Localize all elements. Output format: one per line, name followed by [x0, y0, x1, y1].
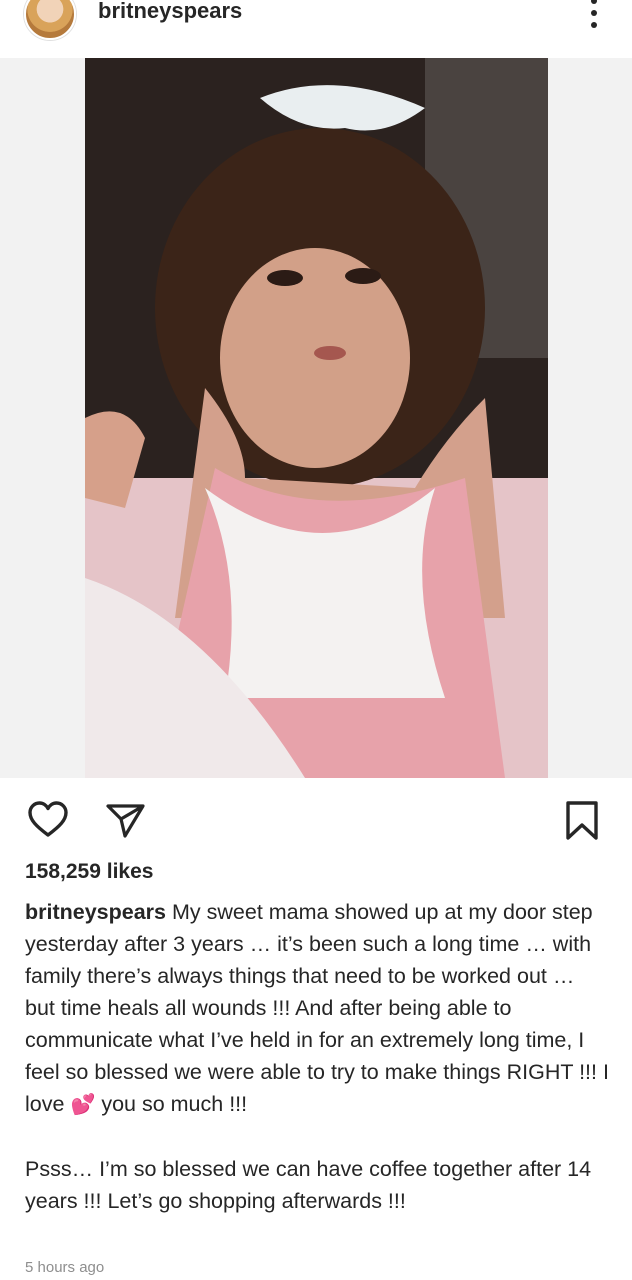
post-photo[interactable]: [85, 58, 548, 778]
send-icon[interactable]: [103, 798, 147, 842]
bookmark-icon[interactable]: [560, 798, 604, 842]
post-username[interactable]: britneyspears: [98, 0, 242, 24]
post-caption: britneyspears My sweet mama showed up at…: [25, 896, 610, 1217]
two-hearts-emoji: 💕: [70, 1094, 96, 1116]
caption-text-1: My sweet mama showed up at my door step …: [25, 900, 609, 1116]
caption-paragraph-1: britneyspears My sweet mama showed up at…: [25, 896, 610, 1121]
more-options-icon[interactable]: [582, 0, 606, 32]
avatar[interactable]: [24, 0, 76, 40]
post-header: britneyspears: [0, 0, 632, 58]
photo-illustration: [85, 58, 548, 778]
caption-text-1-end: you so much !!!: [101, 1092, 248, 1116]
likes-count[interactable]: 158,259 likes: [25, 860, 153, 884]
caption-paragraph-2: Psss… I’m so blessed we can have coffee …: [25, 1157, 592, 1213]
post-timestamp: 5 hours ago: [25, 1259, 105, 1276]
heart-outline-icon[interactable]: [26, 798, 70, 842]
caption-username[interactable]: britneyspears: [25, 900, 166, 924]
post-media[interactable]: [0, 58, 632, 778]
post-actions: [0, 790, 632, 850]
